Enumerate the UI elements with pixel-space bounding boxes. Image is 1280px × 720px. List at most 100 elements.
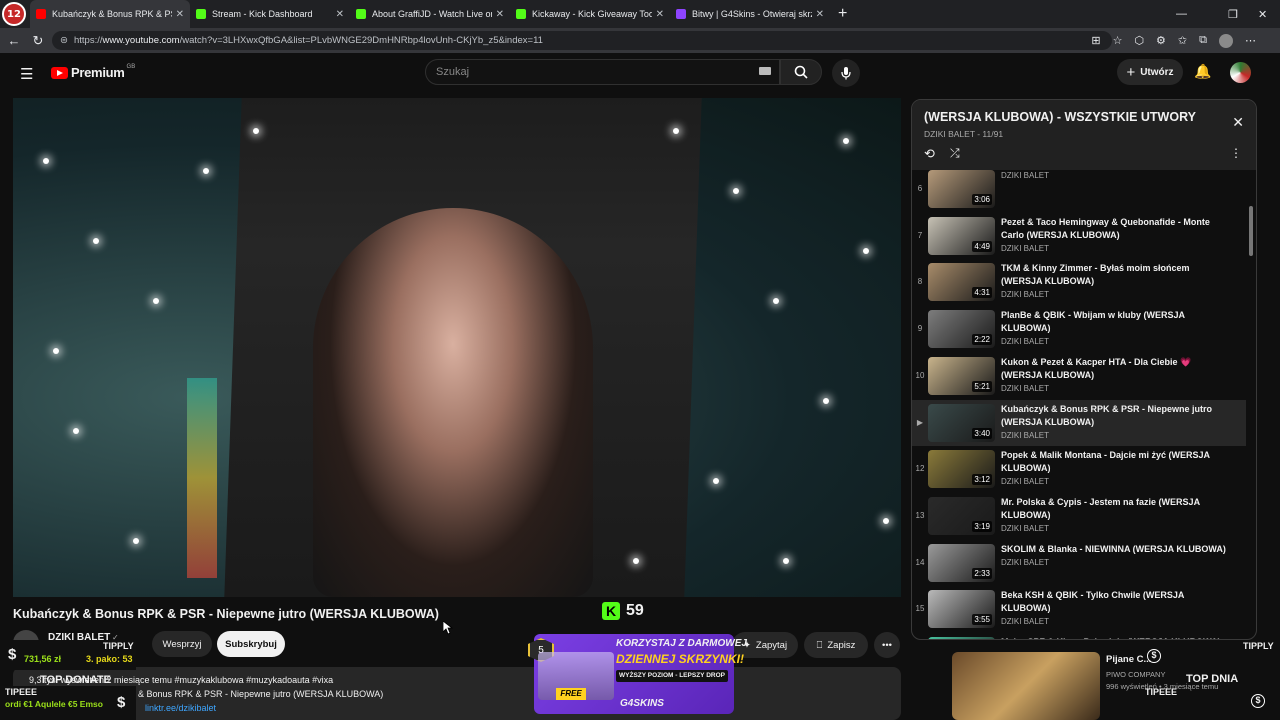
- close-playlist-icon[interactable]: ✕: [1232, 114, 1244, 131]
- playlist-title[interactable]: (WERSJA KLUBOWA) - WSZYSTKIE UTWORY: [924, 110, 1244, 124]
- voice-search-button[interactable]: [832, 59, 860, 87]
- tab-title: Bitwy | G4Skins - Otwieraj skrzynki: [692, 9, 812, 19]
- extension-icon[interactable]: ⬡: [1134, 34, 1144, 47]
- youtube-play-logo-icon: [51, 66, 68, 79]
- playlist-item-thumbnail: 3:06: [928, 170, 995, 208]
- reader-mode-icon[interactable]: ⊞: [1091, 34, 1100, 47]
- sparkle-dot: [823, 398, 829, 404]
- kick-viewer-count: 59: [626, 602, 644, 619]
- playlist-item-index: 16: [912, 633, 928, 639]
- ad-free-badge: FREE: [556, 688, 586, 700]
- minimize-icon[interactable]: —: [1176, 0, 1187, 28]
- tab-close-icon[interactable]: ✕: [336, 9, 344, 20]
- reload-icon[interactable]: ↻: [26, 33, 50, 49]
- microphone-icon: [841, 67, 851, 80]
- loop-icon[interactable]: ⟲: [924, 146, 935, 162]
- url-field[interactable]: ⊜ https://www.youtube.com/watch?v=3LHXwx…: [52, 31, 1112, 50]
- site-info-icon[interactable]: ⊜: [60, 35, 68, 46]
- video-subject: [313, 208, 593, 597]
- keyboard-icon[interactable]: [759, 67, 771, 75]
- tab-title: Kubańczyk & Bonus RPK & PSR: [52, 9, 172, 19]
- playlist-item[interactable]: 6 3:06 DZIKI BALET: [912, 166, 1246, 212]
- maximize-icon[interactable]: ❐: [1228, 0, 1238, 28]
- playlist-item-channel: DZIKI BALET: [1001, 171, 1050, 180]
- playlist-item[interactable]: 12 3:12 Popek & Malik Montana - Dajcie mi …: [912, 446, 1246, 492]
- sparkle-dot: [73, 428, 79, 434]
- playlist-item[interactable]: ▶ 3:40 Kubańczyk & Bonus RPK & PSR - Niepe…: [912, 399, 1246, 446]
- close-window-icon[interactable]: ✕: [1258, 0, 1267, 28]
- playlist-item-thumbnail: [928, 637, 995, 639]
- playlist-item[interactable]: 13 3:19 Mr. Polska & Cypis - Jestem na faz…: [912, 493, 1246, 539]
- playlist-item[interactable]: 8 4:31 TKM & Kinny Zimmer - Byłaś moim sło…: [912, 259, 1246, 305]
- kick-logo-icon: K: [602, 602, 620, 620]
- playlist-item-channel: DZIKI BALET: [1001, 290, 1050, 300]
- collections-icon[interactable]: ⧉: [1199, 34, 1207, 47]
- bookmark-star-icon[interactable]: ☆: [1113, 34, 1123, 47]
- browser-tab[interactable]: Kickaway - Kick Giveaway Tool ✕: [510, 0, 670, 28]
- search-icon: [794, 65, 808, 79]
- playlist-item-index: 15: [915, 604, 925, 614]
- ask-label: Zapytaj: [755, 639, 788, 651]
- playlist-more-icon[interactable]: ⋮: [1230, 146, 1242, 160]
- sparkle-dot: [773, 298, 779, 304]
- playlist-item[interactable]: 15 3:55 Beka KSH & QBIK - Tylko Chwile (WE…: [912, 586, 1246, 632]
- browser-profile-avatar[interactable]: 12: [2, 2, 26, 26]
- more-menu-icon[interactable]: ⋯: [1245, 34, 1256, 47]
- sparkle-dot: [133, 538, 139, 544]
- back-arrow-icon[interactable]: ←: [2, 33, 26, 48]
- notifications-bell-icon[interactable]: 🔔: [1194, 63, 1211, 80]
- description-box[interactable]: 9,3 tys. wyświetleń 2 miesiące temu #muz…: [13, 667, 901, 720]
- playlist-item-thumbnail: 3:12: [928, 450, 995, 489]
- save-button[interactable]: ⎕ Zapisz: [804, 632, 868, 658]
- playlist-item-title: TKM & Kinny Zimmer - Byłaś moim słońcem …: [1001, 263, 1190, 287]
- account-avatar[interactable]: [1230, 62, 1251, 83]
- playlist-item[interactable]: 7 4:49 Pezet & Taco Hemingway & Quebonafid…: [912, 213, 1246, 259]
- playlist-item[interactable]: 9 2:22 PlanBe & QBIK - Wbijam w kluby (WER…: [912, 306, 1246, 352]
- support-button[interactable]: Wesprzyj: [152, 631, 212, 657]
- recommended-video[interactable]: Pijane C... PIWO COMPANY 996 wyświetleń …: [911, 652, 1257, 720]
- browser-tab[interactable]: Kubańczyk & Bonus RPK & PSR ✕: [30, 0, 190, 28]
- youtube-logo[interactable]: Premium GB: [51, 64, 135, 80]
- playlist-item-channel: DZIKI BALET: [1001, 337, 1050, 347]
- playlist-item-index: 7: [917, 230, 923, 240]
- description-link[interactable]: linktr.ee/dzikibalet: [145, 703, 893, 713]
- tipply-label-left: TIPPLY: [103, 641, 134, 651]
- tab-close-icon[interactable]: ✕: [496, 9, 504, 20]
- browser-tab[interactable]: Stream - Kick Dashboard ✕: [190, 0, 350, 28]
- playlist-item-channel: DZIKI BALET: [1001, 477, 1050, 487]
- playlist-item-index: 6: [917, 184, 923, 193]
- search-button[interactable]: [780, 59, 822, 85]
- playlist-item-thumbnail: 3:19: [928, 496, 995, 535]
- playlist-item[interactable]: 14 2:33 SKOLIM & Blanka - NIEWINNA (WERSJA…: [912, 540, 1246, 586]
- tab-close-icon[interactable]: ✕: [656, 9, 664, 20]
- tab-close-icon[interactable]: ✕: [176, 9, 184, 20]
- browser-tab[interactable]: About GraffiJD - Watch Live on Kick ✕: [350, 0, 510, 28]
- audio-visualizer: [187, 378, 217, 578]
- donation-rank: 3. pako: 53: [86, 654, 133, 664]
- search-input[interactable]: Szukaj: [425, 59, 780, 85]
- tab-favicon-icon: [196, 9, 206, 19]
- dollar-circle-icon: $: [1147, 649, 1161, 663]
- new-tab-button[interactable]: +: [838, 5, 847, 23]
- playlist-item[interactable]: 16 Major SPZ & Kizo - Palę zioło (WERSJA …: [912, 633, 1246, 639]
- create-button[interactable]: + Utwórz: [1117, 59, 1183, 85]
- hamburger-menu-icon[interactable]: ☰: [20, 65, 33, 83]
- playlist-item-duration: 3:55: [972, 614, 992, 626]
- playlist-item-index: 13: [915, 510, 925, 520]
- video-player[interactable]: [13, 98, 901, 597]
- description-stats: 9,3 tys. wyświetleń 2 miesiące temu #muz…: [29, 675, 334, 685]
- translate-icon[interactable]: ⚙: [1156, 34, 1166, 47]
- more-actions-button[interactable]: •••: [874, 632, 900, 658]
- tab-close-icon[interactable]: ✕: [816, 9, 824, 20]
- subscribe-button[interactable]: Subskrybuj: [217, 631, 285, 657]
- ad-headline-2: DZIENNEJ SKRZYNKI!: [616, 652, 745, 666]
- playlist-item-duration: 3:19: [972, 520, 992, 532]
- g4skins-ad-banner[interactable]: 5 KORZYSTAJ Z DARMOWEJ DZIENNEJ SKRZYNKI…: [528, 630, 747, 714]
- playlist-item-channel: DZIKI BALET: [1001, 523, 1050, 533]
- shuffle-icon[interactable]: ⤮: [950, 146, 960, 161]
- playlist-scrollbar[interactable]: [1249, 206, 1253, 256]
- favorites-icon[interactable]: ✩: [1178, 34, 1187, 47]
- playlist-item[interactable]: 10 5:21 Kukon & Pezet & Kacper HTA - Dla C…: [912, 353, 1246, 399]
- user-avatar-icon[interactable]: [1219, 33, 1233, 48]
- browser-tab[interactable]: Bitwy | G4Skins - Otwieraj skrzynki ✕: [670, 0, 830, 28]
